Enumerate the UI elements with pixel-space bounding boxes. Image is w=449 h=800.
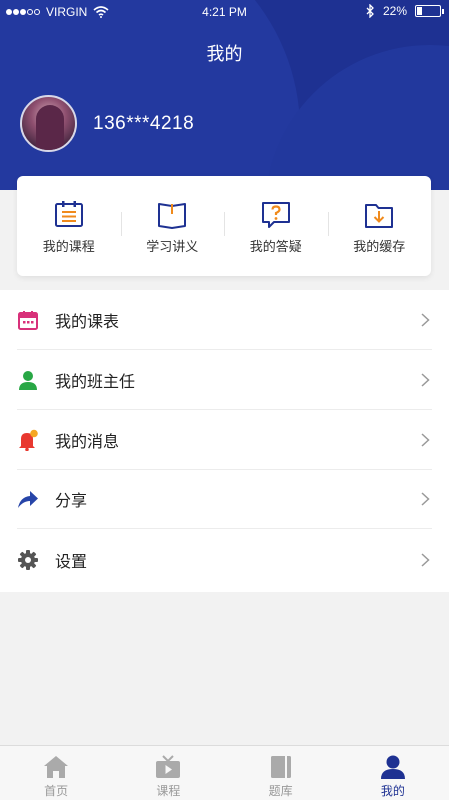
bottom-tab-bar: 首页 课程 题库 我的 [0,745,449,800]
quick-action-study-notes[interactable]: 学习讲义 [120,176,225,276]
quick-action-label: 学习讲义 [146,240,199,255]
menu-item-my-messages[interactable]: 我的消息 [17,410,432,470]
quick-action-label: 我的课程 [42,240,95,255]
menu-item-my-schedule[interactable]: 我的课表 [17,290,432,350]
settings-menu: 我的课表 我的班主任 我的消息 分享 设置 [0,290,449,592]
menu-item-label: 我的班主任 [55,371,136,391]
tab-question-bank[interactable]: 题库 [225,746,337,800]
status-bar: VIRGIN 4:21 PM 22% [0,0,449,24]
home-icon [44,756,69,778]
quick-action-my-qa[interactable]: 我的答疑 [224,176,328,276]
avatar[interactable] [20,95,77,152]
person-icon [19,370,37,390]
gear-icon [18,550,38,570]
header-decoration [265,45,449,190]
tv-icon [156,755,181,778]
menu-item-label: 分享 [55,490,88,510]
menu-item-label: 我的消息 [55,431,120,451]
profile-header: VIRGIN 4:21 PM 22% 我的 136***4218 [0,0,449,190]
bluetooth-icon [366,4,374,18]
battery-percent: 22% [382,4,407,18]
page-title: 我的 [206,44,243,65]
share-arrow-icon [18,490,38,508]
tab-courses[interactable]: 课程 [112,746,224,800]
quick-action-label: 我的答疑 [249,240,302,255]
quick-actions-card: 我的课程 学习讲义 我的答疑 我的缓存 [17,176,431,276]
download-folder-icon [365,204,394,228]
chevron-right-icon [421,553,430,567]
course-list-icon [54,201,83,227]
quick-action-my-downloads[interactable]: 我的缓存 [327,176,432,276]
chevron-right-icon [421,312,430,327]
tab-home[interactable]: 首页 [0,746,112,800]
tab-label: 首页 [44,784,69,798]
chevron-right-icon [421,372,430,387]
calendar-icon [18,310,38,330]
user-icon [380,755,405,779]
tab-mine[interactable]: 我的 [337,746,449,800]
quick-action-label: 我的缓存 [353,240,406,255]
chevron-right-icon [421,432,430,447]
book-icon [270,756,291,778]
menu-item-class-teacher[interactable]: 我的班主任 [17,350,432,410]
tab-label: 课程 [156,784,181,798]
question-bubble-icon [261,202,290,228]
menu-item-label: 我的课表 [55,311,120,331]
quick-action-my-courses[interactable]: 我的课程 [17,176,121,276]
battery-icon [415,5,444,17]
menu-item-label: 设置 [55,552,88,571]
menu-item-settings[interactable]: 设置 [17,530,432,590]
user-phone: 136***4218 [93,113,195,134]
bell-icon [19,429,38,451]
tab-label: 题库 [268,784,293,798]
open-book-icon [158,203,187,229]
chevron-right-icon [421,491,430,506]
tab-label: 我的 [380,784,405,798]
menu-item-share[interactable]: 分享 [17,469,432,529]
